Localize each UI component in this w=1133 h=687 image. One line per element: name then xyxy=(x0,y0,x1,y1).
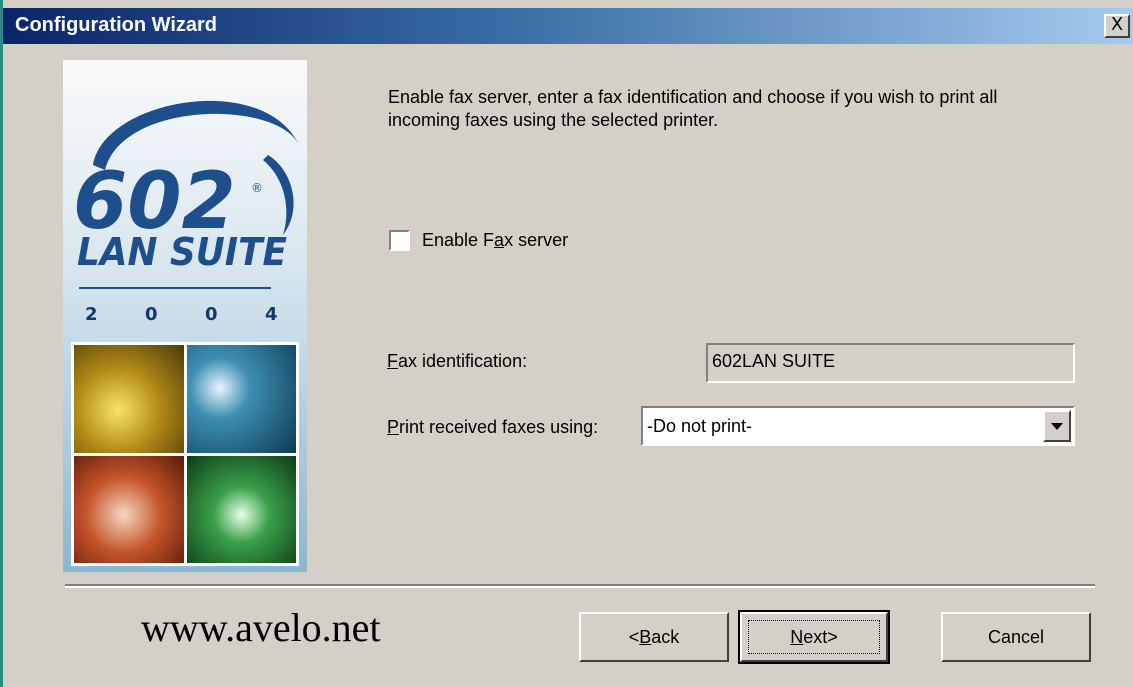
photo-tile-red xyxy=(74,455,184,563)
cancel-button[interactable]: Cancel xyxy=(941,612,1091,662)
close-button[interactable]: X xyxy=(1104,14,1130,38)
photo-tile-gold xyxy=(74,345,184,453)
window-title: Configuration Wizard xyxy=(15,14,218,36)
back-button[interactable]: < Back xyxy=(579,612,729,662)
logo-602-lan-suite: 602 ® LAN SUITE 2 0 0 4 xyxy=(73,100,299,325)
year-digit-3: 0 xyxy=(205,304,218,325)
photo-collage xyxy=(71,342,299,566)
product-logo-panel: 602 ® LAN SUITE 2 0 0 4 xyxy=(63,60,307,572)
enable-fax-row[interactable]: Enable Fax server xyxy=(389,228,568,252)
fax-identification-label: Fax identification: xyxy=(387,351,528,371)
chevron-down-icon xyxy=(1051,422,1063,430)
footer-separator xyxy=(65,584,1095,588)
printer-select[interactable]: -Do not print- xyxy=(641,406,1075,446)
logo-product-name: LAN SUITE xyxy=(77,230,287,274)
focus-rect xyxy=(748,620,880,654)
dropdown-arrow-button[interactable] xyxy=(1043,410,1071,442)
photo-tile-green xyxy=(186,455,296,563)
year-digit-1: 2 xyxy=(85,304,98,325)
instructions-text: Enable fax server, enter a fax identific… xyxy=(388,87,998,130)
next-button[interactable]: Next> xyxy=(738,610,890,664)
watermark-url: www.avelo.net xyxy=(141,605,381,650)
enable-fax-checkbox[interactable] xyxy=(389,229,410,251)
photo-tile-blue xyxy=(186,345,296,453)
enable-fax-label[interactable]: Enable Fax server xyxy=(422,230,568,251)
fax-identification-field[interactable]: 602LAN SUITE xyxy=(706,343,1075,383)
print-faxes-label: Print received faxes using: xyxy=(387,417,599,437)
printer-select-value: -Do not print- xyxy=(647,416,753,436)
configuration-wizard-window: Configuration Wizard X 602 ® LAN SUITE 2… xyxy=(0,0,1133,687)
registered-mark: ® xyxy=(251,181,263,195)
year-digit-2: 0 xyxy=(145,304,158,325)
year-digit-4: 4 xyxy=(265,304,278,325)
title-bar[interactable]: Configuration Wizard X xyxy=(3,8,1133,44)
